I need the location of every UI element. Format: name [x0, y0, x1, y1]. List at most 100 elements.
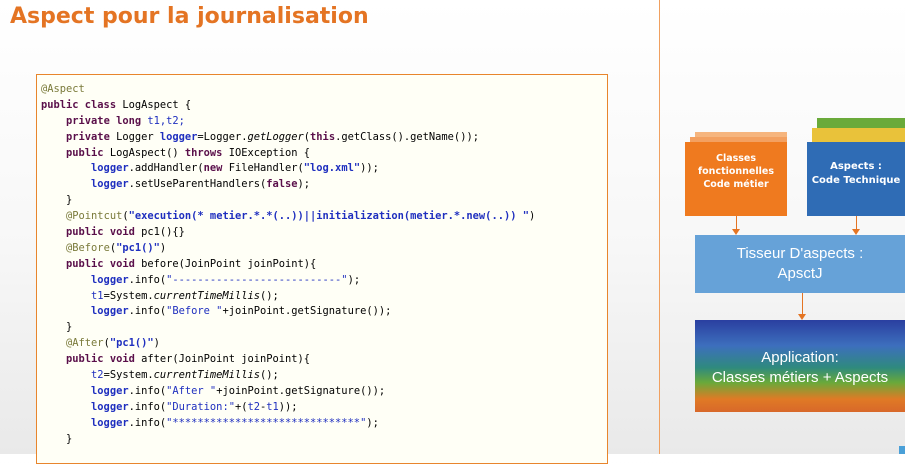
classes-fonctionnelles-box: Classes fonctionnelles Code métier: [685, 142, 787, 216]
code-token: }: [66, 432, 73, 445]
code-token: .addHandler(: [128, 162, 204, 175]
code-token: ): [153, 337, 160, 350]
code-line: @Aspect: [41, 82, 607, 98]
code-token: ): [159, 241, 167, 254]
code-token: FileHandler(: [222, 162, 304, 175]
code-token: }: [66, 321, 73, 334]
code-line: @After("pc1()"): [41, 336, 607, 352]
code-token: t1: [91, 289, 104, 302]
aspects-box: Aspects : Code Technique: [807, 142, 905, 216]
aspects-label-2: Code Technique: [811, 175, 901, 186]
arrow-tisseur-to-application: [798, 293, 806, 320]
code-token: ));: [360, 162, 379, 175]
code-token: @Pointcut: [66, 210, 123, 223]
code-token: logger: [91, 384, 129, 397]
corner-decoration: [899, 446, 905, 454]
code-token: logger: [91, 162, 129, 175]
code-token: t2: [247, 400, 260, 413]
code-token: .info(: [128, 384, 167, 397]
code-token: @Aspect: [41, 83, 85, 95]
code-token: this: [310, 130, 336, 143]
code-token: +joinPoint.getSignature());: [216, 384, 386, 397]
code-token: "After ": [166, 384, 217, 397]
application-box: Application: Classes métiers + Aspects: [695, 320, 905, 412]
code-token: ));: [278, 400, 298, 413]
code-token: Logger: [109, 130, 160, 143]
code-token: logger: [91, 416, 129, 429]
code-token: logger: [91, 273, 129, 286]
code-token: logger: [91, 305, 129, 318]
code-token: );: [347, 273, 361, 286]
code-line: }: [41, 432, 607, 448]
code-line: }: [41, 320, 607, 336]
code-token: t1,t2;: [141, 114, 185, 127]
code-token: before(JoinPoint joinPoint){: [134, 257, 317, 270]
slide-title: Aspect pour la journalisation: [10, 4, 369, 29]
code-line: @Pointcut("execution(* metier.*.*(..))||…: [41, 209, 607, 225]
code-token: public: [66, 146, 104, 159]
code-token: currentTimeMillis: [153, 369, 260, 382]
classes-label-1: Classes: [715, 153, 757, 164]
code-token: "execution(* metier.*.*(..))||initializa…: [128, 210, 529, 223]
code-line: logger.info("After "+joinPoint.getSignat…: [41, 384, 607, 400]
tisseur-label-1: Tisseur D'aspects :: [736, 245, 864, 262]
code-token: +joinPoint.getSignature());: [222, 305, 392, 318]
code-token: "Duration:": [166, 400, 235, 413]
code-line: public class LogAspect {: [41, 98, 607, 114]
code-token: public void: [66, 353, 135, 366]
code-token: new: [203, 162, 223, 175]
arrow-aspects-to-tisseur: [852, 216, 860, 235]
code-token: +(: [234, 400, 248, 413]
code-token: "---------------------------": [166, 273, 348, 286]
code-token: t2: [91, 369, 104, 382]
code-line: logger.setUseParentHandlers(false);: [41, 177, 607, 193]
tisseur-label-2: ApsctJ: [777, 265, 823, 282]
arrow-classes-to-tisseur: [732, 216, 740, 235]
code-line: logger.info("***************************…: [41, 416, 607, 432]
code-token: ();: [259, 289, 279, 302]
code-token: logger: [159, 130, 198, 143]
code-token: LogAspect(): [103, 146, 185, 159]
code-token: public void: [66, 257, 135, 270]
code-token: =System.: [103, 289, 154, 302]
code-token: @After: [66, 337, 104, 350]
code-token: );: [297, 178, 311, 191]
code-token: throws: [184, 146, 223, 159]
code-line: logger.info("---------------------------…: [41, 273, 607, 289]
code-token: .info(: [128, 400, 167, 413]
code-token: @Before: [66, 241, 110, 254]
code-line: logger.info("Duration:"+(t2-t1));: [41, 400, 607, 416]
application-label-2: Classes métiers + Aspects: [711, 369, 889, 386]
classes-label-3: Code métier: [703, 179, 769, 190]
code-token: =System.: [103, 369, 154, 382]
code-token: private long: [66, 114, 142, 127]
code-line: public void before(JoinPoint joinPoint){: [41, 257, 607, 273]
code-token: "log.xml": [303, 162, 361, 175]
code-line: logger.addHandler(new FileHandler("log.x…: [41, 161, 607, 177]
code-line: }: [41, 193, 607, 209]
application-label-1: Application:: [761, 349, 839, 366]
code-token: .info(: [128, 273, 167, 286]
code-token: false: [266, 178, 298, 191]
code-token: IOException {: [222, 146, 311, 159]
code-token: .setUseParentHandlers(: [128, 178, 267, 191]
code-token: after(JoinPoint joinPoint){: [134, 353, 311, 366]
code-token: =Logger.: [197, 130, 248, 143]
code-token: );: [366, 416, 379, 429]
code-token: ): [528, 210, 536, 223]
code-line: public void pc1(){}: [41, 225, 607, 241]
slide-divider: [659, 0, 660, 454]
